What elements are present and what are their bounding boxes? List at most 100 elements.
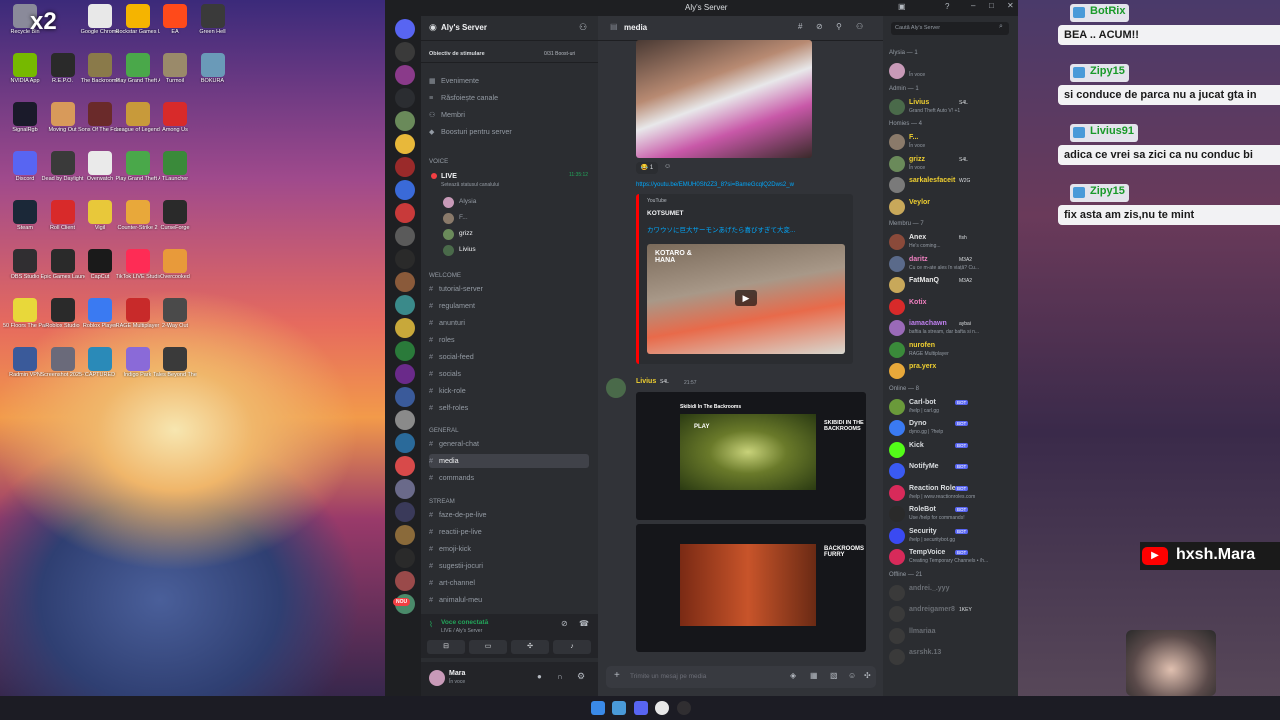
camera-button[interactable]: ⊟ <box>427 640 465 654</box>
member-item[interactable]: iamachawn aybai baftia la stream, dar baft… <box>889 318 1014 338</box>
desktop-icon[interactable]: Overcooked <box>153 249 197 280</box>
server-icon[interactable] <box>395 364 415 384</box>
channel-category[interactable]: GENERAL <box>429 427 459 434</box>
minimize-icon[interactable]: – <box>971 1 975 10</box>
threads-icon[interactable]: # <box>798 22 802 31</box>
channel-item[interactable]: # self-roles <box>429 401 589 415</box>
member-item[interactable]: Veylor <box>889 197 1014 217</box>
channel-item[interactable]: # regulament <box>429 299 589 313</box>
play-icon[interactable]: ▶ <box>735 290 757 306</box>
server-icon[interactable] <box>395 272 415 292</box>
member-item[interactable]: sarkalesfaceit W2G <box>889 175 1014 195</box>
soundboard-button[interactable]: ♪ <box>553 640 591 654</box>
member-item[interactable]: llmariaa <box>889 626 1014 646</box>
channel-item[interactable]: # anunturi <box>429 316 589 330</box>
channel-item[interactable]: # roles <box>429 333 589 347</box>
desktop-icon[interactable]: Tales Beyond The Tomb <box>153 347 197 378</box>
member-item[interactable]: pra.yerx <box>889 361 1014 381</box>
server-icon[interactable] <box>395 502 415 522</box>
message-avatar[interactable] <box>606 378 626 398</box>
member-item[interactable]: grizz S4L În voce <box>889 154 1014 174</box>
desktop-icon[interactable]: CurseForge <box>153 200 197 231</box>
server-menu-item[interactable]: ≡ Răsfoiește canale <box>429 93 498 102</box>
channel-item[interactable]: # art-channel <box>429 576 589 590</box>
server-icon[interactable] <box>395 387 415 407</box>
apps-icon[interactable]: ✣ <box>864 671 871 680</box>
add-reaction-icon[interactable]: ☺ <box>664 163 671 170</box>
member-item[interactable]: Carl-bot BOT/help | carl.gg <box>889 397 1014 417</box>
member-item[interactable]: andreigamer8 1KEY <box>889 604 1014 624</box>
server-icon[interactable] <box>395 157 415 177</box>
server-menu-item[interactable]: ▦ Evenimente <box>429 76 479 85</box>
gif-icon[interactable]: ▦ <box>810 671 818 680</box>
server-menu-item[interactable]: ◆ Boosturi pentru server <box>429 127 512 136</box>
channel-item[interactable]: # tutorial-server <box>429 282 589 296</box>
server-icon[interactable] <box>395 479 415 499</box>
reaction-pill[interactable]: 😂 1 <box>636 162 658 174</box>
search-box[interactable]: Caută Aly's Server ⌕ <box>891 22 1009 35</box>
start-icon[interactable] <box>591 701 605 715</box>
message-composer[interactable]: + Trimite un mesaj pe media ◈ ▦ ▧ ☺ ✣ <box>606 666 876 688</box>
chrome-taskbar-icon[interactable] <box>655 701 669 715</box>
headphones-icon[interactable]: ∩ <box>557 672 563 681</box>
notifications-icon[interactable]: ⊘ <box>816 22 823 31</box>
member-item[interactable]: nurofen RAGE Multiplayer <box>889 340 1014 360</box>
channel-item[interactable]: # media <box>429 454 589 468</box>
server-icon[interactable] <box>395 341 415 361</box>
close-icon[interactable]: ✕ <box>1007 1 1014 10</box>
member-item[interactable]: Kotix <box>889 297 1014 317</box>
video-thumbnail[interactable]: KOTARO & HANA ▶ <box>647 244 845 354</box>
channel-item[interactable]: # reactii-pe-live <box>429 525 589 539</box>
member-item[interactable]: Reaction Roles BOT/help | www.reactionrol… <box>889 483 1014 503</box>
server-icon[interactable] <box>395 134 415 154</box>
member-item[interactable]: asrshk.13 <box>889 647 1014 667</box>
boost-goal[interactable]: Obiectiv de stimulare 0/31 Boost-uri <box>421 48 598 63</box>
obs-taskbar-icon[interactable] <box>677 701 691 715</box>
channel-item[interactable]: # social-feed <box>429 350 589 364</box>
member-item[interactable]: Kick BOT <box>889 440 1014 460</box>
member-item[interactable]: FatManQ M3A2 <box>889 275 1014 295</box>
server-icon[interactable] <box>395 111 415 131</box>
settings-gear-icon[interactable]: ⚙ <box>577 671 585 682</box>
maximize-icon[interactable]: □ <box>989 1 994 10</box>
server-menu-item[interactable]: ⚇ Membri <box>429 110 465 119</box>
channel-item[interactable]: # commands <box>429 471 589 485</box>
guitar-photo[interactable] <box>636 40 812 158</box>
server-icon[interactable] <box>395 42 415 62</box>
member-item[interactable]: RoleBot BOT Use /help for commands! <box>889 504 1014 524</box>
emoji-icon[interactable]: ☺ <box>848 671 856 680</box>
server-header[interactable]: ◉ Aly's Server ⚇ <box>421 16 598 41</box>
desktop-icon[interactable]: Among Us <box>153 102 197 133</box>
desktop-icon[interactable]: Green Hell <box>191 4 235 35</box>
message-author[interactable]: Livius <box>636 378 656 385</box>
screenshot-2[interactable]: BACKROOMS FURRY <box>636 524 866 652</box>
server-icon[interactable] <box>395 318 415 338</box>
voice-user[interactable]: F... <box>443 212 583 226</box>
member-list-icon[interactable]: ⚇ <box>856 22 863 31</box>
inbox-icon[interactable]: ▣ <box>898 2 906 11</box>
attach-icon[interactable]: + <box>614 670 620 681</box>
member-item[interactable]: Anex fish He's coming... <box>889 232 1014 252</box>
voice-user[interactable]: Alysia <box>443 196 583 210</box>
server-icon[interactable] <box>395 410 415 430</box>
server-icon[interactable] <box>395 65 415 85</box>
help-icon[interactable]: ? <box>945 2 949 11</box>
server-icon[interactable] <box>395 456 415 476</box>
member-item[interactable]: TempVoice BOT Creating Temporary Channels … <box>889 547 1014 567</box>
server-icon[interactable] <box>395 88 415 108</box>
embed-title[interactable]: カワウソに巨大サーモンあげたら喜びすぎて大変... <box>647 224 795 234</box>
desktop-icon[interactable]: 2-Way Out <box>153 298 197 329</box>
mic-icon[interactable]: ● <box>537 672 542 681</box>
voice-channel-live[interactable]: LIVE Setează statusul canalului 11:35:12 <box>429 170 589 192</box>
embed-author[interactable]: KOTSUMET <box>647 210 683 217</box>
desktop-icon[interactable]: TLauncher <box>153 151 197 182</box>
server-icon[interactable] <box>395 180 415 200</box>
server-icon[interactable] <box>395 226 415 246</box>
member-item[interactable]: În voce <box>889 61 1014 81</box>
member-item[interactable]: Security BOT/help | securitybot.gg <box>889 526 1014 546</box>
channel-item[interactable]: # emoji-kick <box>429 542 589 556</box>
server-icon[interactable] <box>395 548 415 568</box>
member-item[interactable]: NotifyMe BOT <box>889 461 1014 481</box>
channel-item[interactable]: # animalul-meu <box>429 593 589 607</box>
message-input[interactable]: Trimite un mesaj pe media <box>630 673 706 680</box>
